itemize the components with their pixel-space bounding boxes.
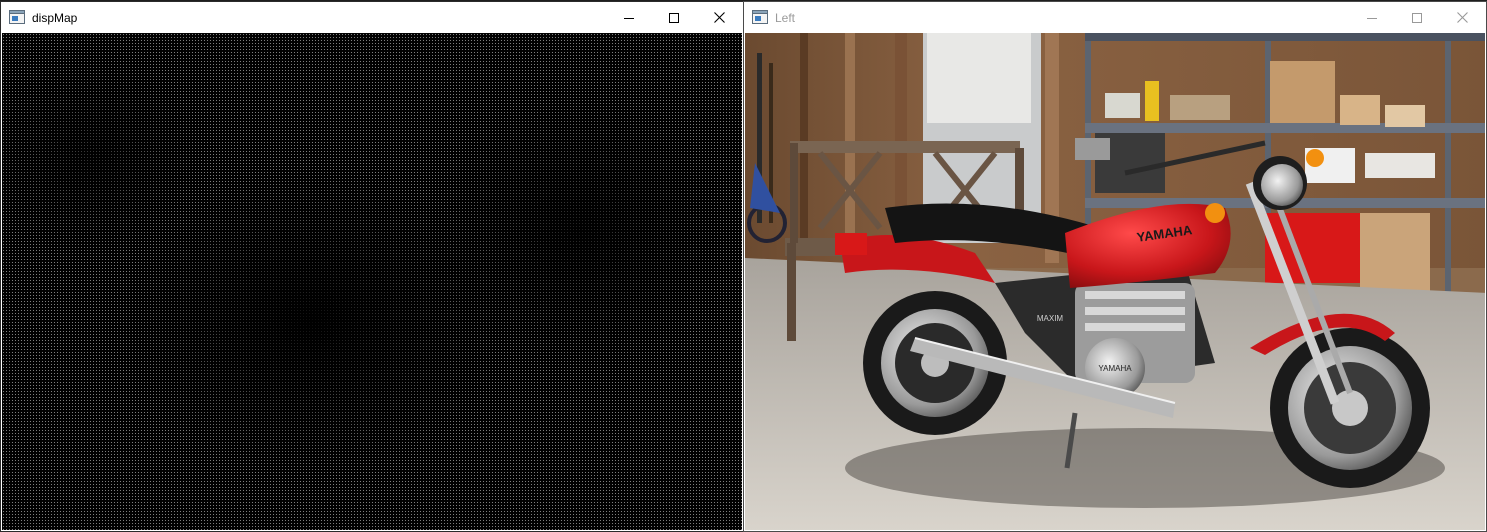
minimize-button[interactable] bbox=[1349, 2, 1394, 33]
maximize-icon bbox=[1411, 12, 1422, 23]
disparity-shading bbox=[2, 33, 742, 530]
dispmap-titlebar[interactable]: dispMap bbox=[1, 2, 743, 33]
close-button[interactable] bbox=[697, 2, 742, 33]
window-title: Left bbox=[775, 11, 796, 25]
minimize-icon bbox=[1366, 17, 1377, 19]
side-cover-label: MAXIM bbox=[1037, 314, 1064, 323]
close-icon bbox=[1457, 12, 1468, 23]
disparity-map-image bbox=[2, 33, 742, 530]
minimize-icon bbox=[623, 17, 634, 19]
close-button[interactable] bbox=[1440, 2, 1485, 33]
left-camera-image: YAMAHA MAXIM YAMAHA bbox=[745, 33, 1485, 530]
garage-motorcycle-photo: YAMAHA MAXIM YAMAHA bbox=[745, 33, 1485, 530]
left-titlebar[interactable]: Left bbox=[744, 2, 1486, 33]
minimize-button[interactable] bbox=[606, 2, 651, 33]
maximize-button[interactable] bbox=[1394, 2, 1439, 33]
dispmap-window: dispMap bbox=[0, 1, 744, 532]
engine-cover-label: YAMAHA bbox=[1098, 364, 1132, 373]
app-window-icon bbox=[752, 10, 768, 24]
maximize-icon bbox=[668, 12, 679, 23]
window-title: dispMap bbox=[32, 11, 78, 25]
app-window-icon bbox=[9, 10, 25, 24]
maximize-button[interactable] bbox=[651, 2, 696, 33]
close-icon bbox=[714, 12, 725, 23]
desktop: dispMap Left YAMAHA MAXIM YAMAHA bbox=[0, 0, 1487, 532]
left-window: Left YAMAHA MAXIM YAMAHA bbox=[743, 1, 1487, 532]
